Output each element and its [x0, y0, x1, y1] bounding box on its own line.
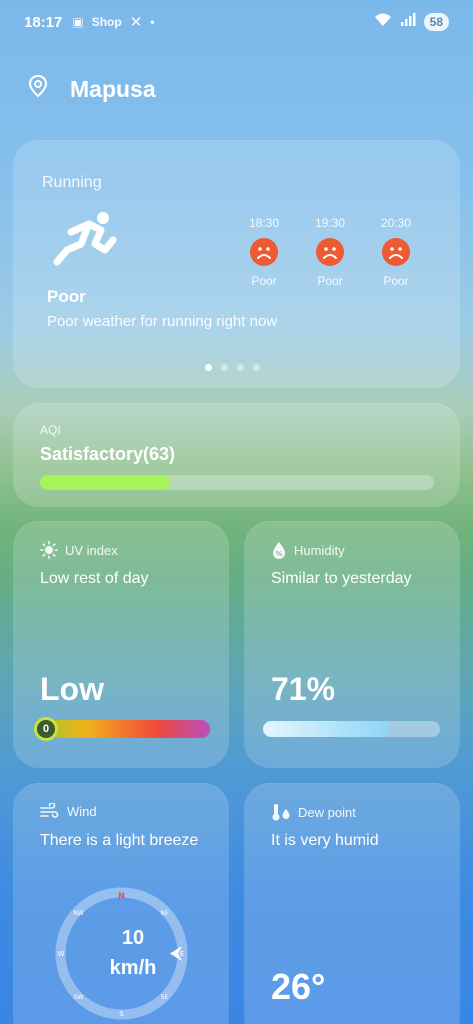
compass-se-label: SE: [161, 994, 169, 1001]
humidity-title: Humidity: [294, 542, 345, 558]
location-pin-icon: [28, 74, 70, 104]
screen-icon: ▣: [72, 15, 84, 29]
forecast-item: 18:30 Poor: [239, 216, 289, 288]
status-time: 18:17: [24, 13, 63, 31]
compass-ne-label: NE: [160, 910, 168, 917]
page-indicator[interactable]: [205, 364, 260, 371]
forecast-item: 20:30 Poor: [371, 216, 421, 288]
wifi-icon: [374, 13, 392, 31]
aqi-bar: [40, 475, 434, 490]
dew-point-value: 26°: [271, 966, 326, 1007]
humidity-subtitle: Similar to yesterday: [271, 570, 412, 587]
running-label: Running: [42, 174, 102, 191]
uv-index-marker: 0: [34, 717, 58, 741]
aqi-value: Satisfactory(63): [40, 444, 176, 464]
compass-west-label: W: [58, 950, 65, 958]
dew-point-subtitle: It is very humid: [271, 832, 379, 849]
running-card[interactable]: Running Poor Poor weather for running ri…: [13, 140, 460, 388]
svg-text:%: %: [276, 550, 283, 558]
forecast-time: 19:30: [314, 216, 346, 230]
wind-speed-value: 10: [121, 927, 145, 949]
forecast-time: 18:30: [248, 216, 280, 230]
running-person-icon: [51, 210, 121, 271]
dew-point-title: Dew point: [298, 804, 356, 820]
uv-card[interactable]: UV index Low rest of day Low 0: [13, 521, 229, 768]
wind-title: Wind: [67, 803, 97, 819]
location-header[interactable]: Mapusa: [28, 74, 156, 104]
dew-point-card[interactable]: Dew point It is very humid 26°: [244, 783, 460, 1024]
wind-speed: 10 km/h: [88, 923, 178, 983]
status-bar: 18:17 ▣ Shop ✕ • 58: [0, 0, 473, 44]
running-status: Poor: [47, 287, 86, 306]
humidity-value: 71%: [271, 671, 336, 707]
wind-subtitle: There is a light breeze: [40, 832, 199, 849]
running-description: Poor weather for running right now: [47, 313, 278, 330]
aqi-bar-fill: [40, 475, 171, 490]
compass-east-label: E: [180, 950, 184, 958]
thermometer-drop-icon: [272, 804, 290, 821]
forecast-item: 19:30 Poor: [305, 216, 355, 288]
forecast-time: 20:30: [380, 216, 412, 230]
signal-icon: [400, 13, 416, 31]
uv-scale-bar: [34, 720, 210, 738]
battery-indicator: 58: [423, 13, 449, 31]
humidity-card[interactable]: % Humidity Similar to yesterday 71%: [244, 521, 460, 768]
forecast-quality: Poor: [251, 274, 277, 288]
shop-icon: Shop: [91, 15, 122, 29]
wind-card[interactable]: Wind There is a light breeze N NE E SE S…: [13, 783, 229, 1024]
aqi-label: AQI: [40, 423, 61, 437]
page-dot[interactable]: [205, 364, 212, 371]
page-dot[interactable]: [237, 364, 244, 371]
uv-title: UV index: [65, 542, 118, 558]
humidity-header: % Humidity: [271, 541, 345, 559]
aqi-card[interactable]: AQI Satisfactory(63): [13, 403, 460, 507]
compass-north-label: N: [118, 892, 125, 901]
compass-nw-label: NW: [73, 910, 83, 917]
sad-face-icon: [382, 238, 410, 266]
forecast-quality: Poor: [383, 274, 409, 288]
humidity-drop-icon: %: [273, 542, 285, 559]
sun-icon: [40, 541, 58, 559]
dew-point-header: Dew point: [271, 803, 356, 821]
humidity-bar: [263, 721, 440, 737]
wind-speed-unit: km/h: [109, 957, 157, 979]
x-icon: ✕: [129, 14, 143, 31]
wind-header: Wind: [40, 803, 97, 819]
location-name: Mapusa: [70, 75, 156, 102]
wind-icon: [40, 803, 59, 818]
uv-value: Low: [40, 671, 104, 707]
uv-header: UV index: [40, 541, 118, 559]
uv-subtitle: Low rest of day: [40, 570, 149, 587]
forecast-quality: Poor: [317, 274, 343, 288]
dot-icon: •: [150, 15, 155, 29]
page-dot[interactable]: [253, 364, 260, 371]
humidity-bar-fill: [263, 721, 389, 737]
sad-face-icon: [250, 238, 278, 266]
compass-south-label: S: [119, 1010, 124, 1018]
sad-face-icon: [316, 238, 344, 266]
compass-sw-label: SW: [74, 994, 84, 1001]
page-dot[interactable]: [221, 364, 228, 371]
